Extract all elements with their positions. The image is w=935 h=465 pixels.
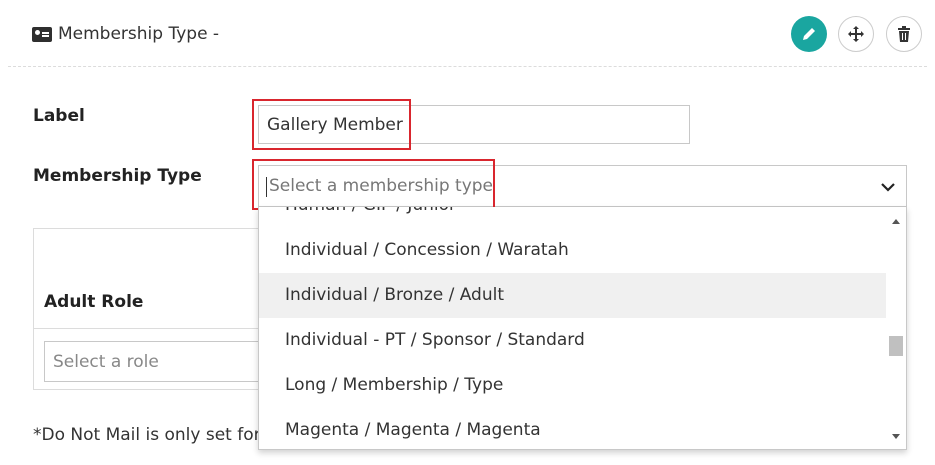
- membership-type-label: Membership Type: [33, 166, 202, 186]
- dropdown-option[interactable]: Individual / Concession / Waratah: [259, 228, 888, 273]
- dropdown-scrollbar[interactable]: [886, 207, 906, 449]
- adult-role-label: Adult Role: [44, 292, 144, 312]
- section-title: Membership Type -: [58, 24, 220, 44]
- dropdown-option-list: Human / GIF / Junior Individual / Conces…: [259, 207, 888, 449]
- delete-button[interactable]: [886, 16, 922, 52]
- highlight-box-membership-type: [252, 159, 495, 210]
- chevron-down-icon[interactable]: [880, 179, 896, 195]
- highlight-box-label: [252, 99, 411, 150]
- trash-icon: [898, 26, 910, 42]
- move-button[interactable]: [838, 16, 874, 52]
- role-select[interactable]: Select a role: [44, 341, 274, 382]
- scroll-down-icon[interactable]: [892, 434, 900, 439]
- dropdown-option[interactable]: Human / GIF / Junior: [259, 207, 888, 228]
- dropdown-option[interactable]: Magenta / Magenta / Magenta: [259, 408, 888, 449]
- footnote-text: *Do Not Mail is only set for: [33, 425, 261, 445]
- dropdown-option[interactable]: Individual - PT / Sponsor / Standard: [259, 318, 888, 363]
- pencil-icon: [803, 28, 815, 40]
- membership-type-dropdown: Human / GIF / Junior Individual / Conces…: [258, 207, 907, 450]
- scroll-up-icon[interactable]: [892, 219, 900, 224]
- dropdown-option-highlighted[interactable]: Individual / Bronze / Adult: [259, 273, 888, 318]
- scrollbar-thumb[interactable]: [889, 336, 903, 356]
- edit-button[interactable]: [791, 16, 827, 52]
- move-icon: [848, 26, 864, 42]
- section-header: Membership Type -: [8, 0, 927, 67]
- role-panel-divider: [34, 328, 274, 329]
- id-card-icon: [32, 27, 52, 42]
- label-field-label: Label: [33, 106, 85, 126]
- dropdown-option[interactable]: Long / Membership / Type: [259, 363, 888, 408]
